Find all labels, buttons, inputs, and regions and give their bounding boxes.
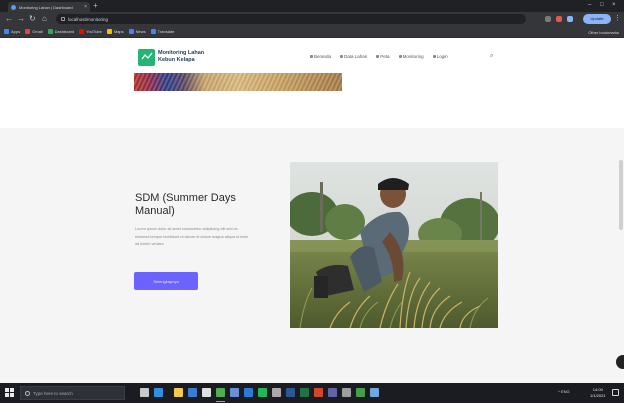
bookmark-icon <box>4 29 9 34</box>
logo-mark-icon <box>138 48 155 66</box>
page-scrollbar[interactable] <box>619 160 623 230</box>
maximize-icon[interactable]: □ <box>600 2 604 8</box>
nav-item-data-lahan[interactable]: Data Lahan <box>340 54 367 59</box>
profile-update-button[interactable]: Update <box>583 14 611 24</box>
hero-description: Lorem ipsum dolor sit amet consectetur a… <box>135 227 249 246</box>
logo-text-line1: Monitoring Lahan <box>158 50 205 56</box>
bookmark-item[interactable]: Gmail <box>25 29 43 34</box>
back-icon[interactable]: ← <box>5 14 13 24</box>
task-view-icon[interactable] <box>140 388 149 397</box>
other-bookmarks[interactable]: Other bookmarks <box>588 30 619 35</box>
teams-icon[interactable] <box>328 388 337 397</box>
windows-start-icon[interactable] <box>5 388 14 397</box>
bookmark-item[interactable]: YouTube <box>79 29 102 34</box>
window-close-icon[interactable]: × <box>612 2 616 8</box>
store-icon[interactable] <box>188 388 197 397</box>
bookmark-item[interactable]: News <box>128 29 146 34</box>
bookmark-icon <box>150 29 156 34</box>
bookmark-icon <box>106 29 112 34</box>
browser-tab-bar: Monitoring Lahan | Dashboard × + – □ × <box>0 0 624 12</box>
taskbar-clock[interactable]: 14:00 1/1/2021 <box>590 387 606 399</box>
photos-icon[interactable] <box>230 388 239 397</box>
edge-icon[interactable] <box>154 388 163 397</box>
notepad-icon[interactable] <box>370 388 379 397</box>
site-logo[interactable]: Monitoring Lahan Kebun Kelapa <box>138 47 222 67</box>
nav-icon <box>310 55 313 58</box>
nav-item-monitoring[interactable]: Monitoring <box>398 54 424 59</box>
extension-icon[interactable] <box>567 16 573 22</box>
taskbar-search-input[interactable]: Type here to search <box>20 386 125 400</box>
nav-item-login[interactable]: Login <box>432 54 448 59</box>
os-taskbar: Type here to search ^ ENG 14:00 1/1/2021 <box>0 383 624 403</box>
logo-text-line2: Kebun Kelapa <box>158 57 195 63</box>
address-bar[interactable]: localhost/monitoring <box>56 14 526 24</box>
maps-icon[interactable] <box>356 388 365 397</box>
forward-icon[interactable]: → <box>17 14 25 24</box>
search-icon <box>25 390 30 396</box>
notification-center-icon[interactable] <box>612 389 619 396</box>
close-tab-icon[interactable]: × <box>84 4 87 10</box>
bookmarks-bar: Apps Gmail Dashboard YouTube Maps News T… <box>0 26 624 38</box>
lock-icon <box>61 17 65 21</box>
excel-icon[interactable] <box>300 388 309 397</box>
main-nav: Beranda Data Lahan Peta Monitoring Login <box>310 54 448 59</box>
extension-icon[interactable] <box>545 16 551 22</box>
floating-chat-button[interactable] <box>616 355 624 369</box>
nav-icon <box>432 55 436 58</box>
bookmark-item[interactable]: Maps <box>106 29 124 34</box>
hero-title: SDM (Summer Days Manual) <box>135 192 236 217</box>
taskbar-search-placeholder: Type here to search <box>33 390 73 396</box>
mail-icon[interactable] <box>202 388 211 397</box>
bookmark-item[interactable]: Dashboard <box>47 29 74 34</box>
search-icon[interactable]: ⌕ <box>490 53 493 60</box>
terminal-icon[interactable] <box>272 388 281 397</box>
bookmark-item[interactable]: Translate <box>150 29 174 34</box>
tab-title: Monitoring Lahan | Dashboard <box>19 4 73 10</box>
powerpoint-icon[interactable] <box>314 388 323 397</box>
spotify-icon[interactable] <box>258 388 267 397</box>
bookmark-icon <box>47 29 53 34</box>
browser-toolbar: ← → ↻ ⌂ localhost/monitoring Update ⋮ <box>0 12 624 26</box>
nav-item-beranda[interactable]: Beranda <box>310 54 331 59</box>
home-icon[interactable]: ⌂ <box>42 14 47 24</box>
system-tray[interactable]: ^ ENG <box>558 389 570 394</box>
bookmark-icon <box>128 29 134 34</box>
bookmark-item[interactable]: Apps <box>4 29 20 34</box>
file-explorer-icon[interactable] <box>174 388 183 397</box>
reload-icon[interactable]: ↻ <box>29 14 36 24</box>
farmer-photo <box>290 162 498 328</box>
settings-icon[interactable] <box>342 388 351 397</box>
header-banner-image <box>134 73 342 91</box>
bookmark-icon <box>25 29 31 34</box>
browser-tab[interactable]: Monitoring Lahan | Dashboard × <box>8 2 90 12</box>
vscode-icon[interactable] <box>244 388 253 397</box>
hero-cta-button[interactable]: Selengkapnya <box>134 272 198 290</box>
nav-icon <box>340 55 344 58</box>
bookmark-icon <box>79 29 85 34</box>
nav-item-peta[interactable]: Peta <box>376 54 390 59</box>
nav-icon <box>376 55 380 58</box>
url-text: localhost/monitoring <box>68 16 109 22</box>
browser-menu-icon[interactable]: ⋮ <box>614 14 621 24</box>
minimize-icon[interactable]: – <box>588 2 591 8</box>
extension-icon[interactable] <box>556 16 562 22</box>
word-icon[interactable] <box>286 388 295 397</box>
favicon-icon <box>11 4 16 10</box>
chrome-icon[interactable] <box>216 388 225 397</box>
active-app-indicator <box>216 401 225 402</box>
nav-icon <box>398 55 402 58</box>
new-tab-button[interactable]: + <box>93 1 98 11</box>
